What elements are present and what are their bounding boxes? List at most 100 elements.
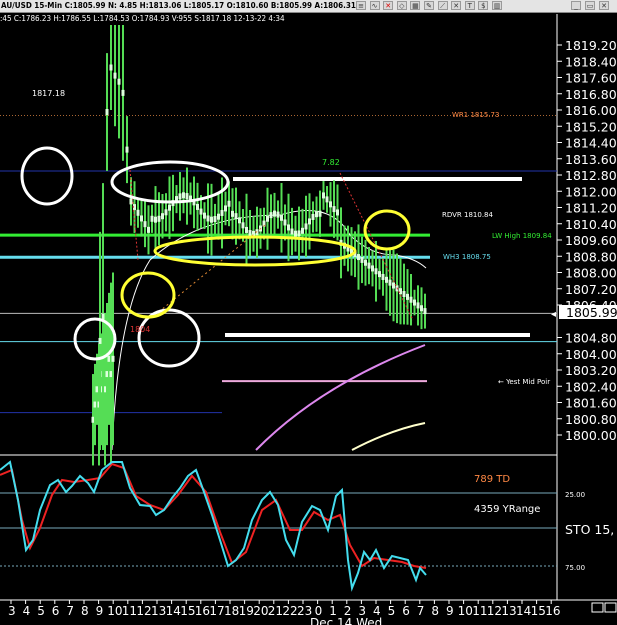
price-candle-body xyxy=(168,204,171,211)
price-candle-body xyxy=(213,216,217,223)
price-candle-body xyxy=(287,224,290,231)
price-tick-label: 1802.40 xyxy=(565,379,617,394)
price-candle-body xyxy=(420,305,423,312)
peak-label: 7.82 xyxy=(322,158,340,167)
price-candle-body xyxy=(325,196,329,203)
scroll-left-icon xyxy=(591,602,604,613)
price-tick-label: 1816.80 xyxy=(565,87,617,102)
price-tick-label: 1817.60 xyxy=(565,71,617,86)
time-tick-label: 14 xyxy=(516,604,531,618)
time-tick-label: 13 xyxy=(151,604,166,618)
white-circle-left xyxy=(20,146,74,206)
yellow-circle-left xyxy=(120,271,176,319)
price-candle-body xyxy=(283,219,287,226)
price-candle-body xyxy=(113,72,117,79)
time-tick-label: 14 xyxy=(166,604,181,618)
price-tick-label: 1804.00 xyxy=(565,347,617,362)
time-tick-label: 10 xyxy=(107,604,122,618)
price-candle-body xyxy=(294,230,297,237)
price-candle-body xyxy=(280,214,283,221)
time-tick-label: 12 xyxy=(487,604,502,618)
price-candle-body xyxy=(385,276,388,283)
low-label: 1804 xyxy=(130,325,150,334)
price-tick-label: 1816.00 xyxy=(565,103,617,118)
price-candle-body xyxy=(178,193,182,200)
time-tick-label: 16 xyxy=(545,604,560,618)
price-tick-label: 1801.60 xyxy=(565,396,617,411)
time-tick-label: 13 xyxy=(501,604,516,618)
price-candle-body xyxy=(234,213,238,220)
date-label: Dec 14 Wed xyxy=(310,616,382,625)
price-candle-body xyxy=(109,64,113,71)
price-candle-body xyxy=(406,293,409,300)
price-tick-label: 1803.20 xyxy=(565,363,617,378)
price-candle-body xyxy=(392,282,395,289)
time-tick-label: 11 xyxy=(122,604,137,618)
price-tick-label: 1808.00 xyxy=(565,266,617,281)
price-candle-body xyxy=(311,213,315,220)
violet-curve xyxy=(255,344,426,451)
price-candle-body xyxy=(217,213,220,220)
price-candle-body xyxy=(378,271,381,278)
price-candle-body xyxy=(121,89,125,96)
current-price-label: 1805.99 xyxy=(566,305,617,320)
wh3-label: WH3 1808.75 xyxy=(443,253,491,261)
price-candle-body xyxy=(140,215,143,222)
price-candle-body xyxy=(199,208,203,215)
time-tick-label: 21 xyxy=(268,604,283,618)
price-candle-body xyxy=(416,302,420,309)
price-candle-body xyxy=(322,192,325,199)
price-chart[interactable]: 1819.201818.40 1817.601816.801816.001815.… xyxy=(0,0,617,625)
price-candle-body xyxy=(329,201,332,208)
price-candle-body xyxy=(413,299,416,306)
price-candle-body xyxy=(297,230,301,237)
high-label: 1817.18 xyxy=(32,89,65,98)
time-tick-label: 9 xyxy=(446,604,454,618)
price-candle-body xyxy=(315,211,318,218)
price-candle-body xyxy=(161,213,164,220)
price-candle-body xyxy=(364,259,367,266)
price-candle-body xyxy=(143,221,147,228)
price-candle-body xyxy=(182,192,185,199)
stoch-level-label: 75.00 xyxy=(565,564,585,572)
yellow-curve xyxy=(351,422,426,451)
time-tick-label: 15 xyxy=(180,604,195,618)
price-candle-body xyxy=(224,205,227,212)
time-tick-label: 16 xyxy=(195,604,210,618)
price-tick-label: 1800.00 xyxy=(565,428,617,443)
wr1-label: WR1 1815.73 xyxy=(452,111,499,119)
price-candle-body xyxy=(231,210,234,217)
price-candle-body xyxy=(129,198,133,205)
price-candle-body xyxy=(360,256,364,263)
price-candle-body xyxy=(248,230,252,237)
td-label: 789 TD xyxy=(474,474,510,485)
price-candle-body xyxy=(125,146,129,153)
time-tick-label: 3 xyxy=(8,604,16,618)
price-candle-body xyxy=(117,78,121,85)
price-tick-label: 1814.40 xyxy=(565,136,617,151)
price-candle-body xyxy=(227,200,231,207)
price-tick-label: 1800.80 xyxy=(565,412,617,427)
price-tick-label: 1807.20 xyxy=(565,282,617,297)
time-tick-label: 4 xyxy=(23,604,31,618)
time-tick-label: 9 xyxy=(96,604,104,618)
time-tick-label: 11 xyxy=(472,604,487,618)
price-tick-label: 1818.40 xyxy=(565,54,617,69)
price-candle-body xyxy=(409,296,413,303)
time-tick-label: 5 xyxy=(388,604,396,618)
price-candle-body xyxy=(266,215,269,222)
time-tick-label: 15 xyxy=(531,604,546,618)
price-candle-body xyxy=(336,209,339,216)
price-tick-label: 1813.60 xyxy=(565,152,617,167)
time-tick-label: 18 xyxy=(224,604,239,618)
price-candle-body xyxy=(105,109,109,116)
price-candle-body xyxy=(150,215,154,222)
price-tick-label: 1808.80 xyxy=(565,249,617,264)
price-candle-body xyxy=(98,337,102,344)
price-candle-body xyxy=(290,228,294,235)
time-tick-label: 12 xyxy=(136,604,151,618)
yrange-label: 4359 YRange xyxy=(474,504,540,515)
time-tick-label: 20 xyxy=(253,604,268,618)
price-candle-body xyxy=(157,215,161,222)
price-candle-body xyxy=(318,210,322,217)
